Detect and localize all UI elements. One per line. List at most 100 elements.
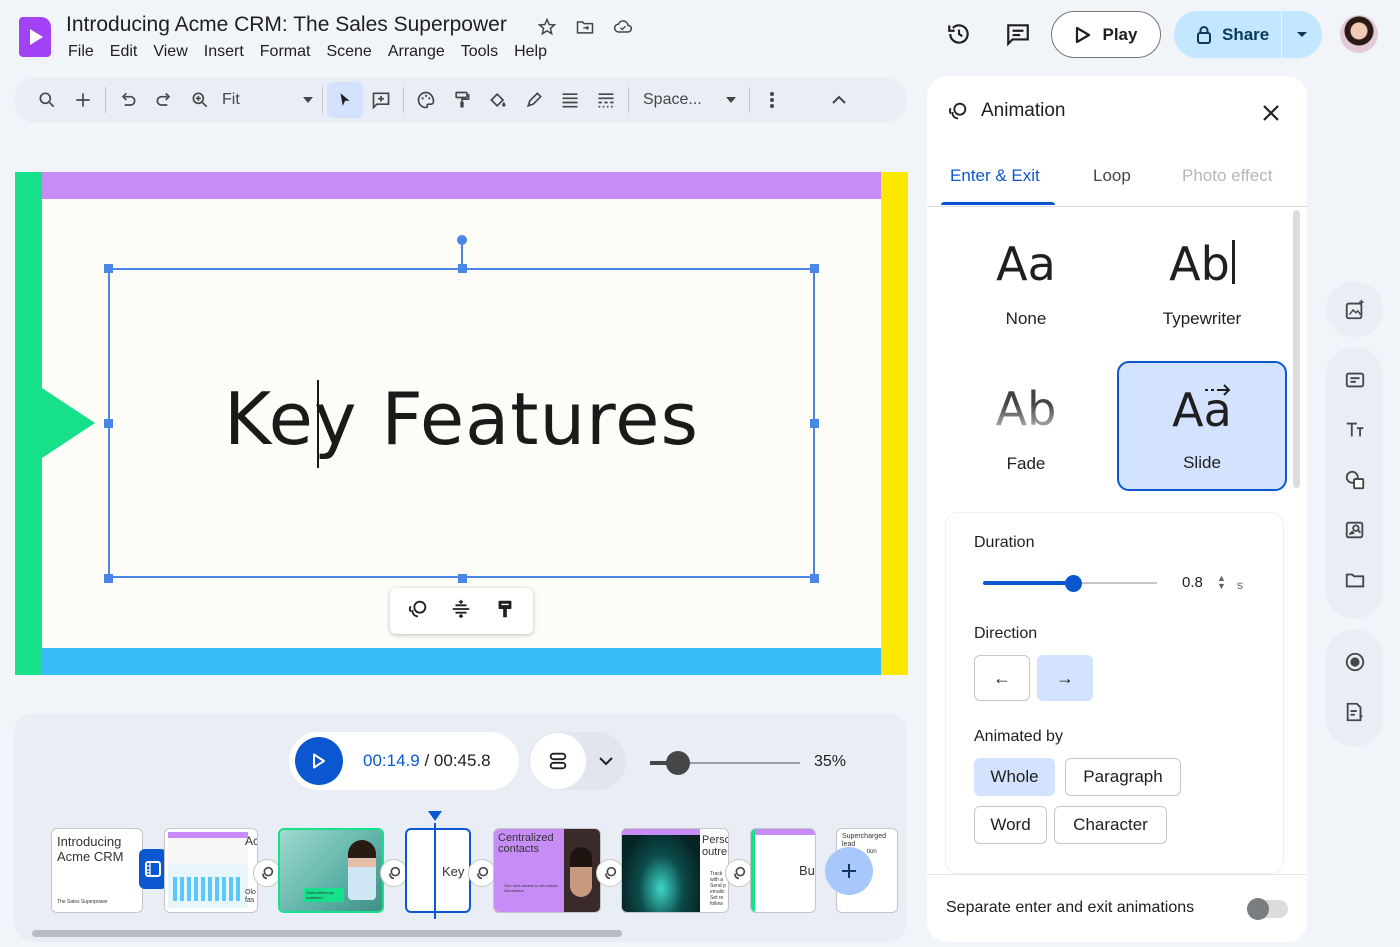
add-scene-button[interactable]: [825, 847, 873, 895]
resize-handle-bottom-left[interactable]: [104, 574, 113, 583]
animation-option-slide[interactable]: Aa Slide: [1117, 361, 1287, 491]
animated-by-paragraph[interactable]: Paragraph: [1065, 758, 1181, 796]
share-options-button[interactable]: [1282, 31, 1322, 39]
play-button[interactable]: Play: [1051, 11, 1161, 58]
resize-handle-bottom[interactable]: [458, 574, 467, 583]
border-color-icon[interactable]: [516, 82, 552, 118]
star-icon[interactable]: [534, 15, 560, 39]
menu-file[interactable]: File: [60, 43, 102, 65]
menu-tools[interactable]: Tools: [453, 43, 506, 65]
document-title[interactable]: Introducing Acme CRM: The Sales Superpow…: [66, 13, 507, 37]
transition-icon[interactable]: [468, 859, 496, 887]
direction-left-button[interactable]: ←: [974, 655, 1030, 701]
scene-thumbnail-5[interactable]: Centralized contacts One click access to…: [493, 828, 601, 913]
avatar[interactable]: [1340, 15, 1378, 53]
close-icon[interactable]: [1256, 98, 1286, 128]
image-search-icon[interactable]: [1335, 510, 1375, 550]
ai-image-icon[interactable]: [1335, 290, 1375, 330]
media-clip-icon[interactable]: [139, 849, 167, 889]
menu-view[interactable]: View: [145, 43, 195, 65]
paint-format-icon[interactable]: [444, 82, 480, 118]
scene-thumbnail-7[interactable]: Bu: [750, 828, 816, 913]
tab-loop[interactable]: Loop: [1093, 166, 1131, 186]
folder-icon[interactable]: [1335, 560, 1375, 600]
redo-icon[interactable]: [146, 82, 182, 118]
animated-by-word[interactable]: Word: [974, 806, 1047, 844]
add-icon[interactable]: [65, 82, 101, 118]
scene-thumbnail-2[interactable]: Ac Olo fas: [164, 828, 258, 913]
format-paint-icon[interactable]: [494, 598, 516, 625]
menu-format[interactable]: Format: [252, 43, 319, 65]
font-select-value: Space...: [643, 91, 702, 108]
collapse-toolbar-icon[interactable]: [821, 82, 857, 118]
duration-slider-thumb[interactable]: [1065, 575, 1082, 592]
resize-handle-top-left[interactable]: [104, 264, 113, 273]
playhead-marker[interactable]: [428, 811, 442, 821]
transition-icon[interactable]: [380, 859, 408, 887]
add-comment-icon[interactable]: [363, 82, 399, 118]
timeline-scrollbar[interactable]: [32, 930, 622, 937]
border-weight-icon[interactable]: [552, 82, 588, 118]
shapes-icon[interactable]: [1335, 460, 1375, 500]
menu-arrange[interactable]: Arrange: [380, 43, 453, 65]
transition-icon[interactable]: [253, 859, 281, 887]
fill-color-icon[interactable]: [480, 82, 516, 118]
record-icon[interactable]: [1335, 642, 1375, 682]
comments-icon[interactable]: [998, 14, 1038, 54]
timeline-view-dropdown[interactable]: [586, 756, 626, 766]
slide-title-text[interactable]: Key Features: [108, 377, 815, 461]
menu-help[interactable]: Help: [506, 43, 555, 65]
resize-handle-bottom-right[interactable]: [810, 574, 819, 583]
menu-insert[interactable]: Insert: [196, 43, 252, 65]
text-styles-icon[interactable]: [1335, 410, 1375, 450]
cloud-saved-icon[interactable]: [610, 15, 636, 39]
app-logo[interactable]: [19, 17, 51, 57]
separate-animations-toggle[interactable]: [1247, 898, 1288, 920]
scene-thumbnail-4-selected[interactable]: Key: [405, 828, 471, 913]
theme-palette-icon[interactable]: [408, 82, 444, 118]
zoom-in-icon[interactable]: [182, 82, 218, 118]
tab-enter-exit[interactable]: Enter & Exit: [950, 166, 1040, 186]
font-select[interactable]: Space...: [633, 91, 721, 109]
more-options-icon[interactable]: [754, 82, 790, 118]
timeline-play-button[interactable]: [295, 737, 343, 785]
transition-icon[interactable]: [725, 859, 753, 887]
scene-thumbnail-6[interactable]: Persc outre Track with a Send p emails S…: [621, 828, 729, 913]
animation-option-typewriter[interactable]: Ab Typewriter: [1117, 231, 1287, 361]
timeline-view-button[interactable]: [530, 733, 586, 789]
rotate-handle[interactable]: [457, 235, 467, 245]
transition-icon[interactable]: [596, 859, 624, 887]
animation-option-fade[interactable]: Ab Fade: [941, 376, 1111, 506]
animated-by-whole[interactable]: Whole: [974, 758, 1055, 796]
animated-by-character[interactable]: Character: [1054, 806, 1167, 844]
script-icon[interactable]: [1335, 692, 1375, 732]
panel-tabs: Enter & Exit Loop Photo effect: [927, 158, 1307, 206]
duration-stepper[interactable]: ▲ ▼: [1217, 574, 1226, 591]
resize-handle-top-right[interactable]: [810, 264, 819, 273]
border-dash-icon[interactable]: [588, 82, 624, 118]
layouts-icon[interactable]: [1335, 360, 1375, 400]
animation-option-none[interactable]: Aa None: [941, 231, 1111, 361]
move-folder-icon[interactable]: [572, 15, 598, 39]
resize-handle-top[interactable]: [458, 264, 467, 273]
direction-right-button[interactable]: →: [1037, 655, 1093, 701]
animation-icon[interactable]: [407, 598, 429, 625]
align-vertical-icon[interactable]: [450, 598, 472, 625]
caret-down-icon[interactable]: [721, 82, 741, 118]
menu-edit[interactable]: Edit: [102, 43, 146, 65]
share-button[interactable]: Share: [1174, 11, 1282, 58]
scene-thumbnail-3[interactable]: Sales efficiency redefined: [278, 828, 384, 913]
scene-thumbnail-1[interactable]: Introducing Acme CRM The Sales Superpowe…: [51, 828, 143, 913]
undo-icon[interactable]: [110, 82, 146, 118]
panel-scrollbar[interactable]: [1293, 210, 1300, 488]
caret-down-icon[interactable]: [298, 82, 318, 118]
version-history-icon[interactable]: [939, 14, 979, 54]
playhead[interactable]: [434, 823, 436, 919]
zoom-select[interactable]: Fit: [218, 91, 298, 109]
timeline-zoom-thumb[interactable]: [666, 751, 690, 775]
search-icon[interactable]: [29, 82, 65, 118]
menu-scene[interactable]: Scene: [318, 43, 379, 65]
slide-canvas[interactable]: Key Features: [15, 172, 908, 675]
duration-input[interactable]: 0.8: [1182, 574, 1203, 591]
select-cursor-icon[interactable]: [327, 82, 363, 118]
